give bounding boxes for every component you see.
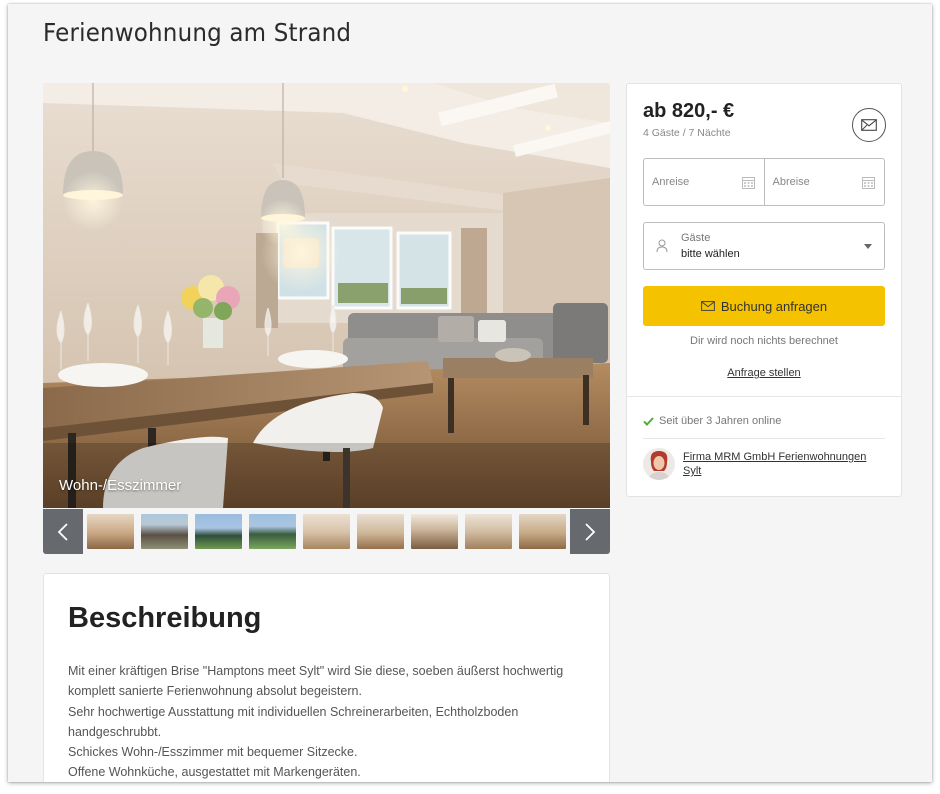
photo-gallery: Wohn-/Esszimmer: [43, 83, 610, 555]
chevron-right-icon: [585, 522, 596, 541]
description-text: Mit einer kräftigen Brise "Hamptons meet…: [68, 661, 588, 782]
person-icon: [656, 239, 668, 253]
host-name-link[interactable]: Firma MRM GmbH Ferienwohnungen Sylt: [683, 450, 883, 478]
send-inquiry-link[interactable]: Anfrage stellen: [627, 367, 901, 379]
envelope-icon: [700, 301, 715, 311]
online-since: Seit über 3 Jahren online: [643, 415, 781, 427]
checkmark-icon: [643, 416, 654, 426]
price: ab 820,- €: [643, 100, 735, 122]
chevron-down-icon: [864, 244, 872, 249]
thumbnail-9[interactable]: [519, 514, 566, 549]
description-title: Beschreibung: [68, 602, 262, 634]
request-booking-label: Buchung anfragen: [720, 298, 828, 314]
thumbnail-5[interactable]: [303, 514, 350, 549]
thumbnail-1[interactable]: [87, 514, 134, 549]
hero-photo[interactable]: Wohn-/Esszimmer: [43, 83, 610, 508]
description-line: handgeschrubbt.: [68, 724, 162, 739]
photo-caption: Wohn-/Esszimmer: [59, 477, 182, 494]
browser-frame: Ferienwohnung am Strand Wohn-/Esszimmer …: [8, 4, 932, 782]
page-title: Ferienwohnung am Strand: [43, 18, 352, 47]
guests-select[interactable]: Gäste bitte wählen: [643, 222, 885, 270]
guests-label: Gäste: [681, 232, 711, 244]
envelope-icon: [861, 119, 877, 131]
thumbnail-3[interactable]: [195, 514, 242, 549]
arrival-date-field[interactable]: Anreise: [644, 159, 764, 205]
description-line: Schickes Wohn-/Esszimmer mit bequemer Si…: [68, 745, 358, 760]
thumbnail-4[interactable]: [249, 514, 296, 549]
divider: [627, 396, 901, 397]
thumbnail-6[interactable]: [357, 514, 404, 549]
host-avatar: [643, 448, 675, 480]
chevron-left-icon: [57, 522, 68, 541]
message-button[interactable]: [852, 108, 886, 142]
divider: [643, 438, 885, 439]
thumbnail-2[interactable]: [141, 514, 188, 549]
description-line: Sehr hochwertige Ausstattung mit individ…: [68, 704, 519, 719]
departure-date-field[interactable]: Abreise: [763, 159, 885, 205]
description-card: Beschreibung Mit einer kräftigen Brise "…: [43, 573, 610, 782]
guests-value: bitte wählen: [681, 248, 740, 260]
thumbnail-strip: [43, 509, 610, 555]
date-range-picker: Anreise Abreise: [643, 158, 885, 206]
calendar-icon: [862, 177, 875, 189]
price-details: 4 Gäste / 7 Nächte: [643, 127, 731, 139]
next-photo-button[interactable]: [570, 509, 610, 554]
departure-placeholder: Abreise: [772, 176, 810, 188]
previous-photo-button[interactable]: [43, 509, 83, 554]
living-dining-room-photo: [43, 83, 610, 508]
arrival-placeholder: Anreise: [652, 176, 690, 188]
calendar-icon: [741, 177, 755, 189]
request-booking-button[interactable]: Buchung anfragen: [643, 286, 885, 326]
booking-card: ab 820,- € 4 Gäste / 7 Nächte Anreise Ab…: [626, 83, 902, 497]
thumbnail-8[interactable]: [465, 514, 512, 549]
description-line: Mit einer kräftigen Brise "Hamptons meet…: [68, 664, 564, 678]
thumbnail-7[interactable]: [411, 514, 458, 549]
description-line: Offene Wohnküche, ausgestattet mit Marke…: [68, 765, 361, 780]
description-line: komplett sanierte Ferienwohnung absolut …: [68, 684, 362, 699]
online-since-text: Seit über 3 Jahren online: [659, 415, 782, 427]
no-charge-note: Dir wird noch nichts berechnet: [690, 335, 838, 347]
